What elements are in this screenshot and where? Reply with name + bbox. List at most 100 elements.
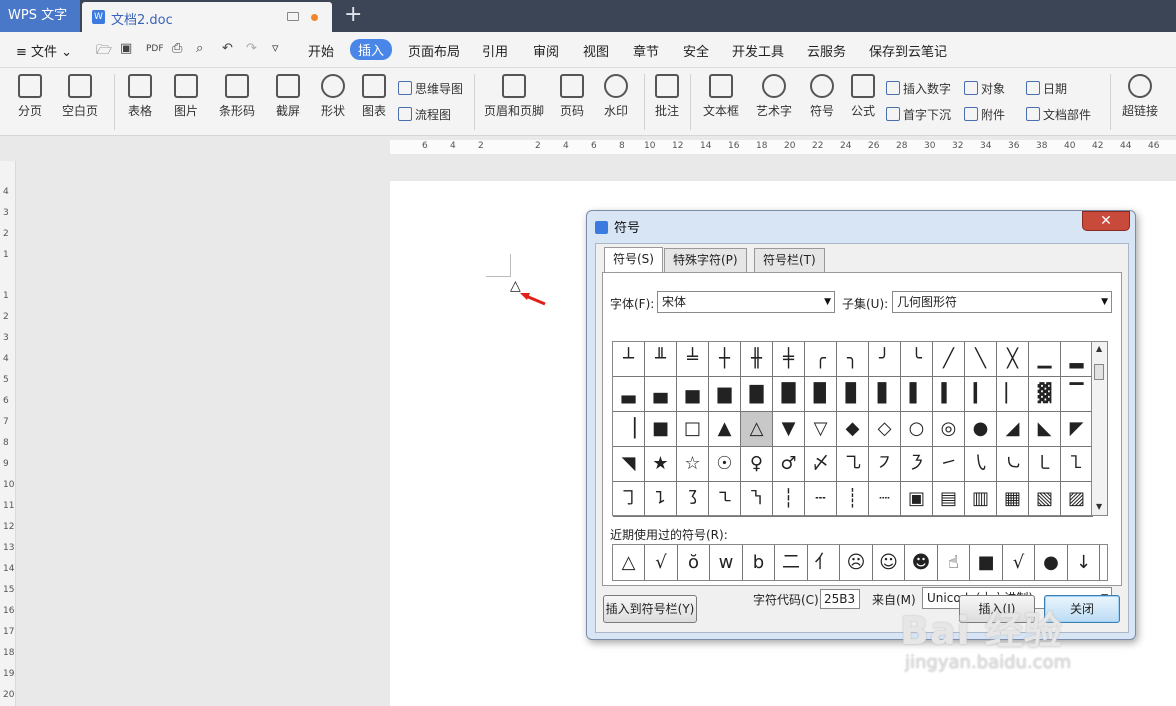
symbol-cell[interactable]: ▤ — [933, 482, 965, 517]
object-button[interactable]: 对象 — [964, 80, 1005, 97]
export-pdf-icon[interactable]: PDF — [146, 44, 164, 54]
symbol-cell[interactable]: ▧ — [1029, 482, 1061, 517]
recent-symbol-cell[interactable]: b — [743, 545, 775, 580]
blank-page-button[interactable]: 空白页 — [56, 74, 104, 119]
symbol-cell[interactable]: ╮ — [837, 342, 869, 377]
print-icon[interactable]: ⎙ — [172, 41, 182, 56]
symbol-cell[interactable]: ▓ — [1029, 377, 1061, 412]
recent-symbols[interactable]: △ √ ŏ w b 二亻 ☹ ☺ ☻ ☝ ■ √ ● ↓ — [612, 544, 1108, 581]
watermark-button[interactable]: 水印 — [598, 74, 634, 119]
symbol-cell[interactable]: ㇇ — [869, 447, 901, 482]
symbol-cell[interactable]: ╨ — [645, 342, 677, 377]
redo-icon[interactable]: ↷ — [246, 41, 257, 56]
symbol-cell[interactable]: ■ — [645, 412, 677, 447]
symbol-cell[interactable]: ㇌ — [677, 482, 709, 517]
symbol-cell[interactable]: ▦ — [997, 482, 1029, 517]
flowchart-button[interactable]: 流程图 — [398, 106, 451, 123]
symbol-cell[interactable]: ☉ — [709, 447, 741, 482]
symbol-cell[interactable]: ㇋ — [901, 447, 933, 482]
tab-symbol-bar[interactable]: 符号栏(T) — [754, 248, 825, 272]
symbol-cell[interactable]: ㇀ — [933, 447, 965, 482]
symbol-cell[interactable]: ▉ — [805, 377, 837, 412]
symbol-cell[interactable]: ▥ — [965, 482, 997, 517]
menu-references[interactable]: 引用 — [482, 41, 508, 60]
menu-chapter[interactable]: 章节 — [633, 41, 659, 60]
subset-select[interactable]: 几何图形符 ▼ — [892, 291, 1112, 313]
menu-save-cloud-notes[interactable]: 保存到云笔记 — [869, 41, 947, 60]
symbol-cell[interactable]: △ — [741, 412, 773, 447]
recent-symbol-cell[interactable]: ■ — [971, 545, 1003, 580]
char-code-input[interactable]: 25B3 — [820, 589, 860, 609]
recent-symbol-cell[interactable]: ŏ — [678, 545, 710, 580]
symbol-cell[interactable]: ▊ — [837, 377, 869, 412]
header-footer-button[interactable]: 页眉和页脚 — [482, 74, 546, 119]
symbol-grid-scrollbar[interactable]: ▲ ▼ — [1092, 341, 1108, 516]
customize-icon[interactable]: ▿ — [272, 41, 279, 56]
symbol-cell[interactable]: ▃ — [613, 377, 645, 412]
symbol-cell[interactable]: ▕ — [613, 412, 645, 447]
formula-button[interactable]: 公式 — [848, 74, 878, 119]
open-icon[interactable]: 🗁 — [96, 41, 112, 63]
symbol-cell[interactable]: ┄ — [805, 482, 837, 517]
symbol-cell[interactable]: ▔ — [1061, 377, 1093, 412]
symbol-cell[interactable]: □ — [677, 412, 709, 447]
recent-symbol-cell[interactable]: △ — [613, 545, 645, 580]
file-menu[interactable]: ≡ 文件 ⌄ — [16, 41, 72, 60]
mindmap-button[interactable]: 思维导图 — [398, 80, 463, 97]
print-preview-icon[interactable]: ⌕ — [196, 41, 203, 56]
symbol-cell[interactable]: ㇅ — [1061, 447, 1093, 482]
symbol-cell[interactable]: ▆ — [709, 377, 741, 412]
symbol-cell[interactable]: ★ — [645, 447, 677, 482]
date-button[interactable]: 日期 — [1026, 80, 1067, 97]
symbol-cell[interactable]: ▣ — [901, 482, 933, 517]
recent-symbol-cell[interactable]: √ — [1003, 545, 1035, 580]
symbol-cell[interactable]: ╧ — [677, 342, 709, 377]
insert-to-symbol-bar-button[interactable]: 插入到符号栏(Y) — [603, 595, 697, 623]
recent-symbol-cell[interactable]: ● — [1036, 545, 1068, 580]
menu-cloud[interactable]: 云服务 — [807, 41, 846, 60]
symbol-cell[interactable]: ㇊ — [645, 482, 677, 517]
symbol-grid[interactable]: ┴ ╨ ╧ ┼ ╫ ╪ ╭ ╮ ╯ ╰ ╱ ╲ ╳ ▁ ▂ ▃ ▄ ▅ ▆ ▇ █ ▉ ▊ ▋ ▌ ▍ ▎ ▏ ▓ ▔ ▕ ■ □ ▲ △ ▼ ▽ ◆ ◇ ○… — [612, 341, 1093, 517]
font-select[interactable]: 宋体 ▼ — [657, 291, 835, 313]
symbol-cell[interactable]: ㇄ — [1029, 447, 1061, 482]
hyperlink-button[interactable]: 超链接 — [1118, 74, 1162, 119]
symbol-cell[interactable]: ◇ — [869, 412, 901, 447]
insert-number-button[interactable]: 插入数字 — [886, 80, 951, 97]
symbol-button[interactable]: 符号 — [804, 74, 840, 119]
shapes-button[interactable]: 形状 — [315, 74, 351, 119]
symbol-cell[interactable]: ㇂ — [965, 447, 997, 482]
recent-symbol-cell[interactable]: ↓ — [1068, 545, 1100, 580]
recent-symbol-cell[interactable]: ☻ — [906, 545, 938, 580]
symbol-cell[interactable]: ╫ — [741, 342, 773, 377]
scroll-up-icon[interactable]: ▲ — [1096, 344, 1102, 353]
symbol-cell[interactable]: ╲ — [965, 342, 997, 377]
symbol-cell[interactable]: ㇆ — [613, 482, 645, 517]
recent-symbol-cell[interactable]: √ — [646, 545, 678, 580]
chart-button[interactable]: 图表 — [360, 74, 388, 119]
symbol-cell[interactable]: ◢ — [997, 412, 1029, 447]
symbol-cell[interactable]: ▏ — [997, 377, 1029, 412]
monitor-icon[interactable] — [287, 12, 299, 21]
symbol-cell[interactable]: ▁ — [1029, 342, 1061, 377]
symbol-cell[interactable]: ╯ — [869, 342, 901, 377]
symbol-cell[interactable]: ♂ — [773, 447, 805, 482]
recent-symbol-cell[interactable]: 二 — [776, 545, 808, 580]
symbol-cell[interactable]: ▼ — [773, 412, 805, 447]
textbox-button[interactable]: 文本框 — [698, 74, 744, 119]
horizontal-ruler[interactable]: 6 4 2 2 4 6 8 10 12 14 16 18 20 22 24 26… — [0, 137, 1176, 161]
symbol-cell[interactable]: ▎ — [965, 377, 997, 412]
new-tab-button[interactable]: + — [344, 3, 362, 27]
dialog-close-button[interactable]: ✕ — [1082, 211, 1130, 231]
menu-page-layout[interactable]: 页面布局 — [408, 41, 460, 60]
screenshot-button[interactable]: 截屏 — [270, 74, 306, 119]
symbol-cell[interactable]: ◣ — [1029, 412, 1061, 447]
barcode-button[interactable]: 条形码 — [212, 74, 262, 119]
symbol-cell[interactable]: ╱ — [933, 342, 965, 377]
symbol-cell[interactable]: ◤ — [1061, 412, 1093, 447]
document-tab[interactable]: W 文档2.doc — [82, 2, 332, 32]
page-break-button[interactable]: 分页 — [10, 74, 50, 119]
page-number-button[interactable]: 页码 — [554, 74, 590, 119]
symbol-cell[interactable]: ▌ — [901, 377, 933, 412]
menu-insert[interactable]: 插入 — [350, 39, 393, 60]
vertical-ruler[interactable]: 4 3 2 1 1 2 3 4 5 6 7 8 9 10 11 12 13 14… — [0, 161, 16, 706]
